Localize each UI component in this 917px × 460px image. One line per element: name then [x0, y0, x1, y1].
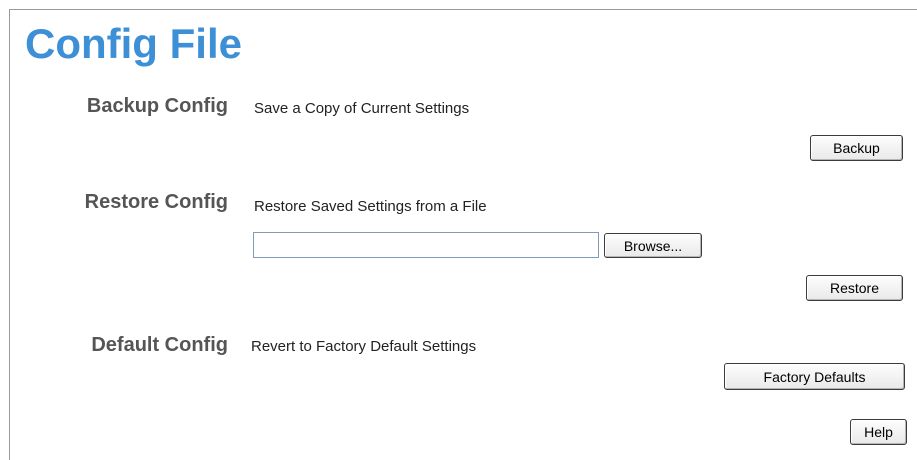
restore-section-title: Restore Config	[84, 191, 228, 213]
default-section-title: Default Config	[91, 334, 228, 356]
restore-file-input[interactable]	[253, 232, 599, 258]
default-description: Revert to Factory Default Settings	[251, 338, 477, 355]
backup-section-title: Backup Config	[86, 95, 228, 117]
backup-button[interactable]: Backup	[810, 135, 903, 161]
restore-button[interactable]: Restore	[806, 275, 903, 301]
help-button[interactable]: Help	[850, 419, 907, 445]
factory-defaults-button[interactable]: Factory Defaults	[724, 363, 905, 390]
browse-button[interactable]: Browse...	[604, 233, 702, 258]
page-title: Config File	[25, 20, 242, 67]
restore-description: Restore Saved Settings from a File	[254, 198, 487, 215]
backup-description: Save a Copy of Current Settings	[254, 100, 470, 117]
